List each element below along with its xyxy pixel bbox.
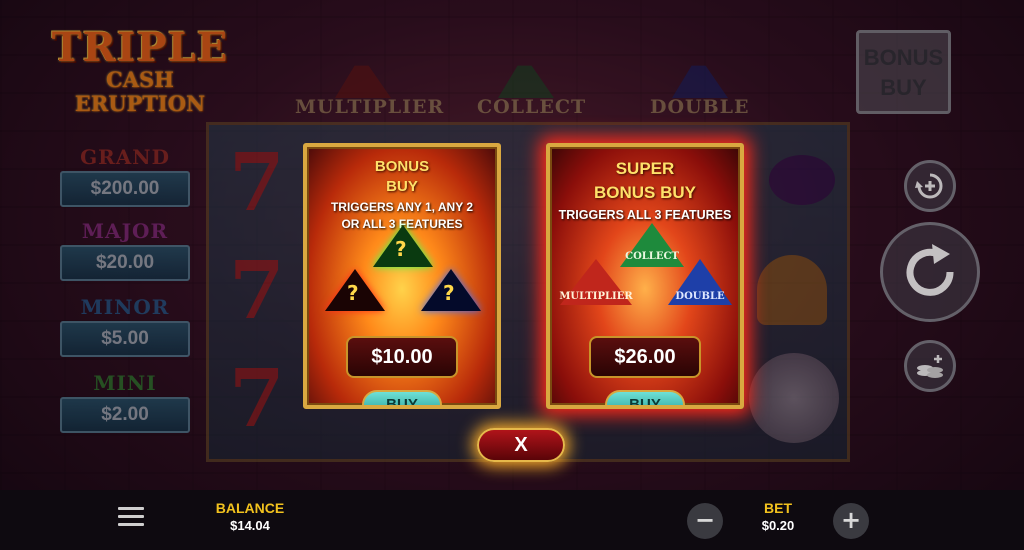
bet-coins-button[interactable]	[904, 340, 956, 392]
super-bonus-buy-offer: SUPER BONUS BUY TRIGGERS ALL 3 FEATURES …	[546, 143, 744, 409]
close-button[interactable]: X	[477, 428, 565, 462]
bonus-buy-button[interactable]: BONUS BUY	[856, 30, 951, 114]
blue-volcano-icon: ?	[421, 269, 481, 311]
bet-value: $0.20	[761, 518, 795, 533]
bonus-buy-offer: BONUS BUY TRIGGERS ANY 1, ANY 2 OR ALL 3…	[303, 143, 501, 409]
balance-label: BALANCE	[215, 500, 285, 516]
mystery-mark: ?	[395, 237, 407, 261]
buy-bonus-button[interactable]: BUY	[362, 390, 442, 405]
autoplay-icon	[915, 173, 943, 199]
spin-button[interactable]	[880, 222, 980, 322]
double-volcano-icon: DOUBLE	[668, 259, 732, 305]
offer-title: BONUS BUY	[374, 158, 430, 195]
bottom-bar	[0, 490, 1024, 550]
green-volcano-icon: ?	[373, 225, 433, 267]
offer-title: SUPER BONUS BUY	[593, 159, 696, 202]
offer-description: TRIGGERS ALL 3 FEATURES	[558, 208, 732, 222]
buy-super-bonus-button[interactable]: BUY	[605, 390, 685, 405]
bet-decrease-button[interactable]: −	[687, 503, 723, 539]
red-volcano-icon: ?	[325, 269, 385, 311]
bet-display: BET $0.20	[748, 500, 808, 533]
offer-price: $10.00	[346, 336, 458, 378]
menu-icon[interactable]	[118, 507, 144, 527]
spin-icon	[906, 244, 954, 296]
mystery-mark: ?	[347, 281, 359, 305]
balance-value: $14.04	[230, 518, 270, 533]
autoplay-button[interactable]	[904, 160, 956, 212]
bet-increase-button[interactable]: +	[833, 503, 869, 539]
balance-display: BALANCE $14.04	[210, 500, 290, 533]
double-volcano-label: DOUBLE	[675, 291, 725, 302]
offer-price: $26.00	[589, 336, 701, 378]
coins-icon	[917, 355, 943, 378]
multiplier-volcano-label: MULTIPLIER	[559, 291, 633, 302]
mystery-mark: ?	[443, 281, 455, 305]
bet-label: BET	[764, 500, 792, 516]
multiplier-volcano-icon: MULTIPLIER	[559, 259, 633, 305]
